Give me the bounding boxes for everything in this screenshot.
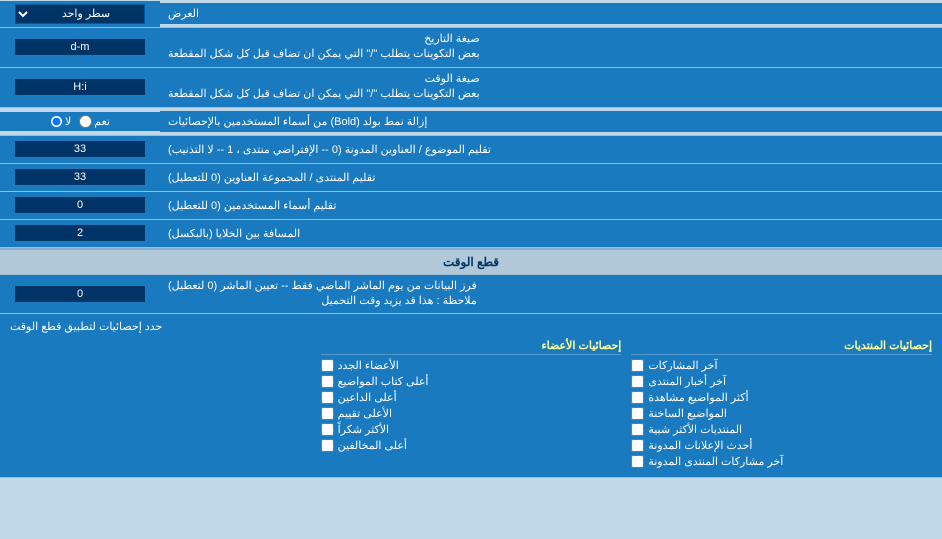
stats-col-members: إحصائيات الأعضاء الأعضاء الجدد أعلى كتاب… xyxy=(321,339,622,471)
cb-label-0: آخر المشاركات xyxy=(648,359,717,372)
forum-order-label: تقليم المنتدى / المجموعة العناوين (0 للت… xyxy=(160,164,942,191)
stats-col-forums: إحصائيات المنتديات آخر المشاركات آخر أخب… xyxy=(631,339,932,471)
cb-item-6: آخر مشاركات المنتدى المدونة xyxy=(631,455,932,468)
time-format-label: صيغة الوقت بعض التكوينات يتطلب "/" التي … xyxy=(160,68,942,107)
time-format-input-area xyxy=(0,68,160,107)
stats-header-label: حدد إحصائيات لتطبيق قطع الوقت xyxy=(10,320,162,333)
forum-order-input[interactable] xyxy=(15,169,145,185)
stats-col2-header: إحصائيات الأعضاء xyxy=(321,339,622,355)
main-container: العرض سطر واحد سطرين ثلاثة أسطر صيغة الت… xyxy=(0,0,942,478)
cb-item-5: أحدث الإعلانات المدونة xyxy=(631,439,932,452)
checkbox-6[interactable] xyxy=(631,455,644,468)
cb-item-4: المنتديات الأكثر شبية xyxy=(631,423,932,436)
display-select[interactable]: سطر واحد سطرين ثلاثة أسطر xyxy=(15,4,145,24)
gap-input[interactable] xyxy=(15,225,145,241)
time-format-input[interactable] xyxy=(15,79,145,95)
stats-columns: إحصائيات المنتديات آخر المشاركات آخر أخب… xyxy=(10,339,932,471)
date-format-input[interactable] xyxy=(15,39,145,55)
radio-no[interactable] xyxy=(50,115,63,128)
cb-label-2: أكثر المواضيع مشاهدة xyxy=(648,391,748,404)
users-trim-row: تقليم أسماء المستخدمين (0 للتعطيل) xyxy=(0,192,942,220)
cutoff-input-area xyxy=(0,275,160,314)
cb2-label-1: أعلى كتاب المواضيع xyxy=(338,375,429,388)
checkbox-m4[interactable] xyxy=(321,423,334,436)
forum-order-input-area xyxy=(0,164,160,191)
cb2-label-5: أعلى المخالفين xyxy=(338,439,407,452)
cb-label-1: آخر أخبار المنتدى xyxy=(648,375,726,388)
checkbox-4[interactable] xyxy=(631,423,644,436)
gap-label: المسافة بين الخلايا (بالبكسل) xyxy=(160,220,942,247)
stats-section: حدد إحصائيات لتطبيق قطع الوقت إحصائيات ا… xyxy=(0,314,942,478)
users-trim-input-area xyxy=(0,192,160,219)
checkbox-2[interactable] xyxy=(631,391,644,404)
stats-header-row: حدد إحصائيات لتطبيق قطع الوقت xyxy=(10,320,932,333)
checkbox-1[interactable] xyxy=(631,375,644,388)
gap-input-area xyxy=(0,220,160,247)
checkbox-m3[interactable] xyxy=(321,407,334,420)
cutoff-row: فرز البيانات من يوم الماشر الماضي فقط --… xyxy=(0,275,942,315)
radio-yes-label: نعم xyxy=(79,115,110,128)
cb-label-3: المواضيع الساخنة xyxy=(648,407,727,420)
cb2-item-2: أعلى الداعين xyxy=(321,391,622,404)
cb2-item-3: الأعلى تقييم xyxy=(321,407,622,420)
checkbox-m1[interactable] xyxy=(321,375,334,388)
topic-order-input-area xyxy=(0,136,160,163)
time-format-row: صيغة الوقت بعض التكوينات يتطلب "/" التي … xyxy=(0,68,942,108)
bold-remove-row: إزالة نمط بولد (Bold) من أسماء المستخدمي… xyxy=(0,108,942,136)
topic-order-label: تقليم الموضوع / العناوين المدونة (0 -- ا… xyxy=(160,136,942,163)
cb2-label-0: الأعضاء الجدد xyxy=(338,359,399,372)
stats-col1-header: إحصائيات المنتديات xyxy=(631,339,932,355)
cb2-label-2: أعلى الداعين xyxy=(338,391,397,404)
checkbox-m2[interactable] xyxy=(321,391,334,404)
cb-item-3: المواضيع الساخنة xyxy=(631,407,932,420)
cb2-label-4: الأكثر شكراً xyxy=(338,423,389,436)
date-format-input-area xyxy=(0,28,160,67)
gap-row: المسافة بين الخلايا (بالبكسل) xyxy=(0,220,942,248)
date-format-label: صيغة التاريخ بعض التكوينات يتطلب "/" الت… xyxy=(160,28,942,67)
checkbox-5[interactable] xyxy=(631,439,644,452)
cutoff-label: فرز البيانات من يوم الماشر الماضي فقط --… xyxy=(160,275,942,314)
cb2-item-4: الأكثر شكراً xyxy=(321,423,622,436)
cutoff-input[interactable] xyxy=(15,286,145,302)
cb2-item-5: أعلى المخالفين xyxy=(321,439,622,452)
cb-label-4: المنتديات الأكثر شبية xyxy=(648,423,742,436)
radio-yes[interactable] xyxy=(79,115,92,128)
top-select-area: سطر واحد سطرين ثلاثة أسطر xyxy=(0,1,160,27)
cb2-label-3: الأعلى تقييم xyxy=(338,407,392,420)
forum-order-row: تقليم المنتدى / المجموعة العناوين (0 للت… xyxy=(0,164,942,192)
topic-order-input[interactable] xyxy=(15,141,145,157)
stats-col-empty xyxy=(10,339,311,471)
cb-label-6: آخر مشاركات المنتدى المدونة xyxy=(648,455,783,468)
users-trim-label: تقليم أسماء المستخدمين (0 للتعطيل) xyxy=(160,192,942,219)
radio-no-label: لا xyxy=(50,115,71,128)
date-format-row: صيغة التاريخ بعض التكوينات يتطلب "/" الت… xyxy=(0,28,942,68)
cb2-item-1: أعلى كتاب المواضيع xyxy=(321,375,622,388)
top-label: العرض xyxy=(160,3,942,24)
cb-item-2: أكثر المواضيع مشاهدة xyxy=(631,391,932,404)
cb-item-0: آخر المشاركات xyxy=(631,359,932,372)
topic-order-row: تقليم الموضوع / العناوين المدونة (0 -- ا… xyxy=(0,136,942,164)
users-trim-input[interactable] xyxy=(15,197,145,213)
top-row: العرض سطر واحد سطرين ثلاثة أسطر xyxy=(0,0,942,28)
checkbox-3[interactable] xyxy=(631,407,644,420)
checkbox-m0[interactable] xyxy=(321,359,334,372)
cb2-item-0: الأعضاء الجدد xyxy=(321,359,622,372)
cutoff-section-header: قطع الوقت xyxy=(0,248,942,275)
cb-label-5: أحدث الإعلانات المدونة xyxy=(648,439,752,452)
bold-remove-label: إزالة نمط بولد (Bold) من أسماء المستخدمي… xyxy=(160,111,942,132)
bold-remove-radio-area: نعم لا xyxy=(0,112,160,131)
cb-item-1: آخر أخبار المنتدى xyxy=(631,375,932,388)
checkbox-m5[interactable] xyxy=(321,439,334,452)
checkbox-0[interactable] xyxy=(631,359,644,372)
